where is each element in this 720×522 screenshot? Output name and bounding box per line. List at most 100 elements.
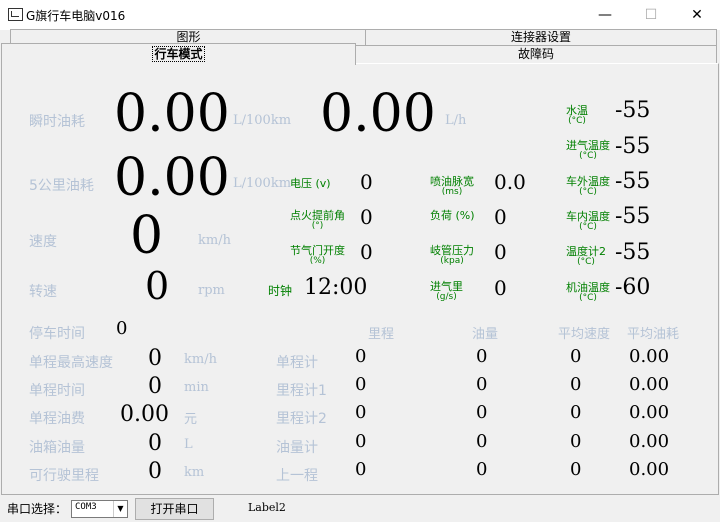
port-select-label: 串口选择：: [7, 502, 68, 516]
throttle-label: 节气门开度 (%): [290, 244, 345, 266]
app-icon: [8, 8, 23, 21]
manifold-pressure-label: 岐管压力 (kpa): [430, 244, 474, 266]
intake-flow-label: 进气里 (g/s): [430, 280, 463, 302]
fuel-5km-value: 0.00: [114, 148, 230, 208]
water-temp-label: 水温 (°C): [566, 104, 588, 126]
range-unit: km: [184, 465, 205, 480]
port-select[interactable]: COM3 ▼: [71, 500, 128, 518]
instant-fuel-value: 0.00: [114, 84, 230, 144]
odo-row-label: 单程计: [276, 355, 318, 371]
port-select-value: COM3: [75, 502, 97, 512]
clock-label: 时钟: [268, 284, 293, 298]
intake-temp-value: -55: [615, 134, 651, 159]
rpm-unit: rpm: [198, 283, 225, 298]
instant-fuel-unit: L/100km: [233, 113, 292, 128]
trip-max-speed-label: 单程最高速度: [29, 355, 113, 371]
range-value: 0: [148, 459, 162, 484]
odo-header-avg-fuel: 平均油耗: [627, 327, 680, 342]
close-button[interactable]: ✕: [674, 0, 720, 30]
tank-fuel-unit: L: [184, 437, 193, 452]
fuel-5km-unit: L/100km: [233, 176, 292, 191]
odo-cell: 0.00: [629, 374, 670, 395]
tab-driving-mode-label: 行车模式: [152, 46, 205, 62]
trip-time-unit: min: [184, 380, 209, 395]
odo-cell: 0: [570, 459, 582, 480]
inside-temp-label: 车内温度 (°C): [566, 210, 610, 232]
hourly-fuel-value: 0.00: [320, 84, 436, 144]
stop-time-label: 停车时间: [29, 326, 85, 342]
window-title: G旗行车电脑v016: [26, 9, 126, 23]
trip-cost-label: 单程油费: [29, 411, 85, 427]
open-port-button[interactable]: 打开串口: [135, 498, 214, 520]
odo-cell: 0: [476, 459, 488, 480]
speed-label: 速度: [29, 234, 57, 250]
instant-fuel-label: 瞬时油耗: [29, 114, 85, 130]
load-value: 0: [494, 205, 507, 229]
outside-temp-value: -55: [615, 169, 651, 194]
odo-cell: 0.00: [629, 346, 670, 367]
odo-cell: 0: [476, 402, 488, 423]
odo-cell: 0: [570, 374, 582, 395]
rpm-value: 0: [145, 264, 170, 308]
range-label: 可行驶里程: [29, 468, 99, 484]
odo-cell: 0.00: [629, 402, 670, 423]
odo-header-fuel: 油量: [472, 327, 499, 342]
load-label: 负荷 (%): [430, 209, 475, 222]
odo-cell: 0: [476, 346, 488, 367]
intake-temp-label: 进气温度 (°C): [566, 139, 610, 161]
trip-max-speed-unit: km/h: [184, 352, 217, 367]
trip-cost-value: 0.00: [120, 402, 169, 427]
hourly-fuel-unit: L/h: [445, 113, 467, 128]
trip-time-label: 单程时间: [29, 383, 85, 399]
minimize-button[interactable]: —: [582, 0, 628, 30]
stop-time-value: 0: [116, 318, 128, 339]
ignition-advance-label: 点火提前角 (°): [290, 209, 345, 231]
odo-cell: 0: [570, 431, 582, 452]
odo-cell: 0.00: [629, 431, 670, 452]
odo-header-distance: 里程: [368, 327, 395, 342]
tab-fault-code[interactable]: 故障码: [355, 45, 717, 63]
manifold-pressure-value: 0: [494, 240, 507, 264]
oil-temp-value: -60: [615, 275, 651, 300]
outside-temp-label: 车外温度 (°C): [566, 175, 610, 197]
odo-cell: 0: [476, 431, 488, 452]
speed-unit: km/h: [198, 233, 231, 248]
tab-connector-settings[interactable]: 连接器设置: [365, 29, 717, 45]
odo-cell: 0: [355, 346, 367, 367]
odo-header-avg-speed: 平均速度: [558, 327, 611, 342]
oil-temp-label: 机油温度 (°C): [566, 281, 610, 303]
intake-flow-value: 0: [494, 276, 507, 300]
tank-fuel-value: 0: [148, 431, 162, 456]
odo-cell: 0: [355, 459, 367, 480]
odo-cell: 0: [570, 346, 582, 367]
trip-max-speed-value: 0: [148, 346, 162, 371]
injection-width-value: 0.0: [494, 170, 526, 194]
thermometer2-value: -55: [615, 240, 651, 265]
inside-temp-value: -55: [615, 204, 651, 229]
odo-cell: 0: [355, 374, 367, 395]
clock-value: 12:00: [304, 275, 368, 300]
odo-row-label: 油量计: [276, 440, 318, 456]
speed-value: 0: [130, 206, 164, 266]
odo-cell: 0: [355, 402, 367, 423]
odo-cell: 0: [355, 431, 367, 452]
odo-cell: 0.00: [629, 459, 670, 480]
title-bar: G旗行车电脑v016 — ☐ ✕: [0, 0, 720, 30]
voltage-value: 0: [360, 170, 373, 194]
fuel-5km-label: 5公里油耗: [29, 178, 94, 194]
injection-width-label: 喷油脉宽 (ms): [430, 175, 474, 197]
rpm-label: 转速: [29, 284, 57, 300]
chevron-down-icon: ▼: [113, 501, 127, 517]
odo-row-label: 里程计2: [276, 411, 327, 427]
odo-row-label: 上一程: [276, 468, 318, 484]
trip-time-value: 0: [148, 374, 162, 399]
odo-cell: 0: [476, 374, 488, 395]
tab-driving-mode[interactable]: 行车模式: [1, 43, 356, 65]
voltage-label: 电压 (v): [290, 177, 331, 190]
thermometer2-label: 温度计2 (°C): [566, 245, 606, 267]
tank-fuel-label: 油箱油量: [29, 440, 85, 456]
maximize-button[interactable]: ☐: [628, 0, 674, 30]
odo-cell: 0: [570, 402, 582, 423]
ignition-advance-value: 0: [360, 205, 373, 229]
status-label: Label2: [248, 501, 286, 514]
